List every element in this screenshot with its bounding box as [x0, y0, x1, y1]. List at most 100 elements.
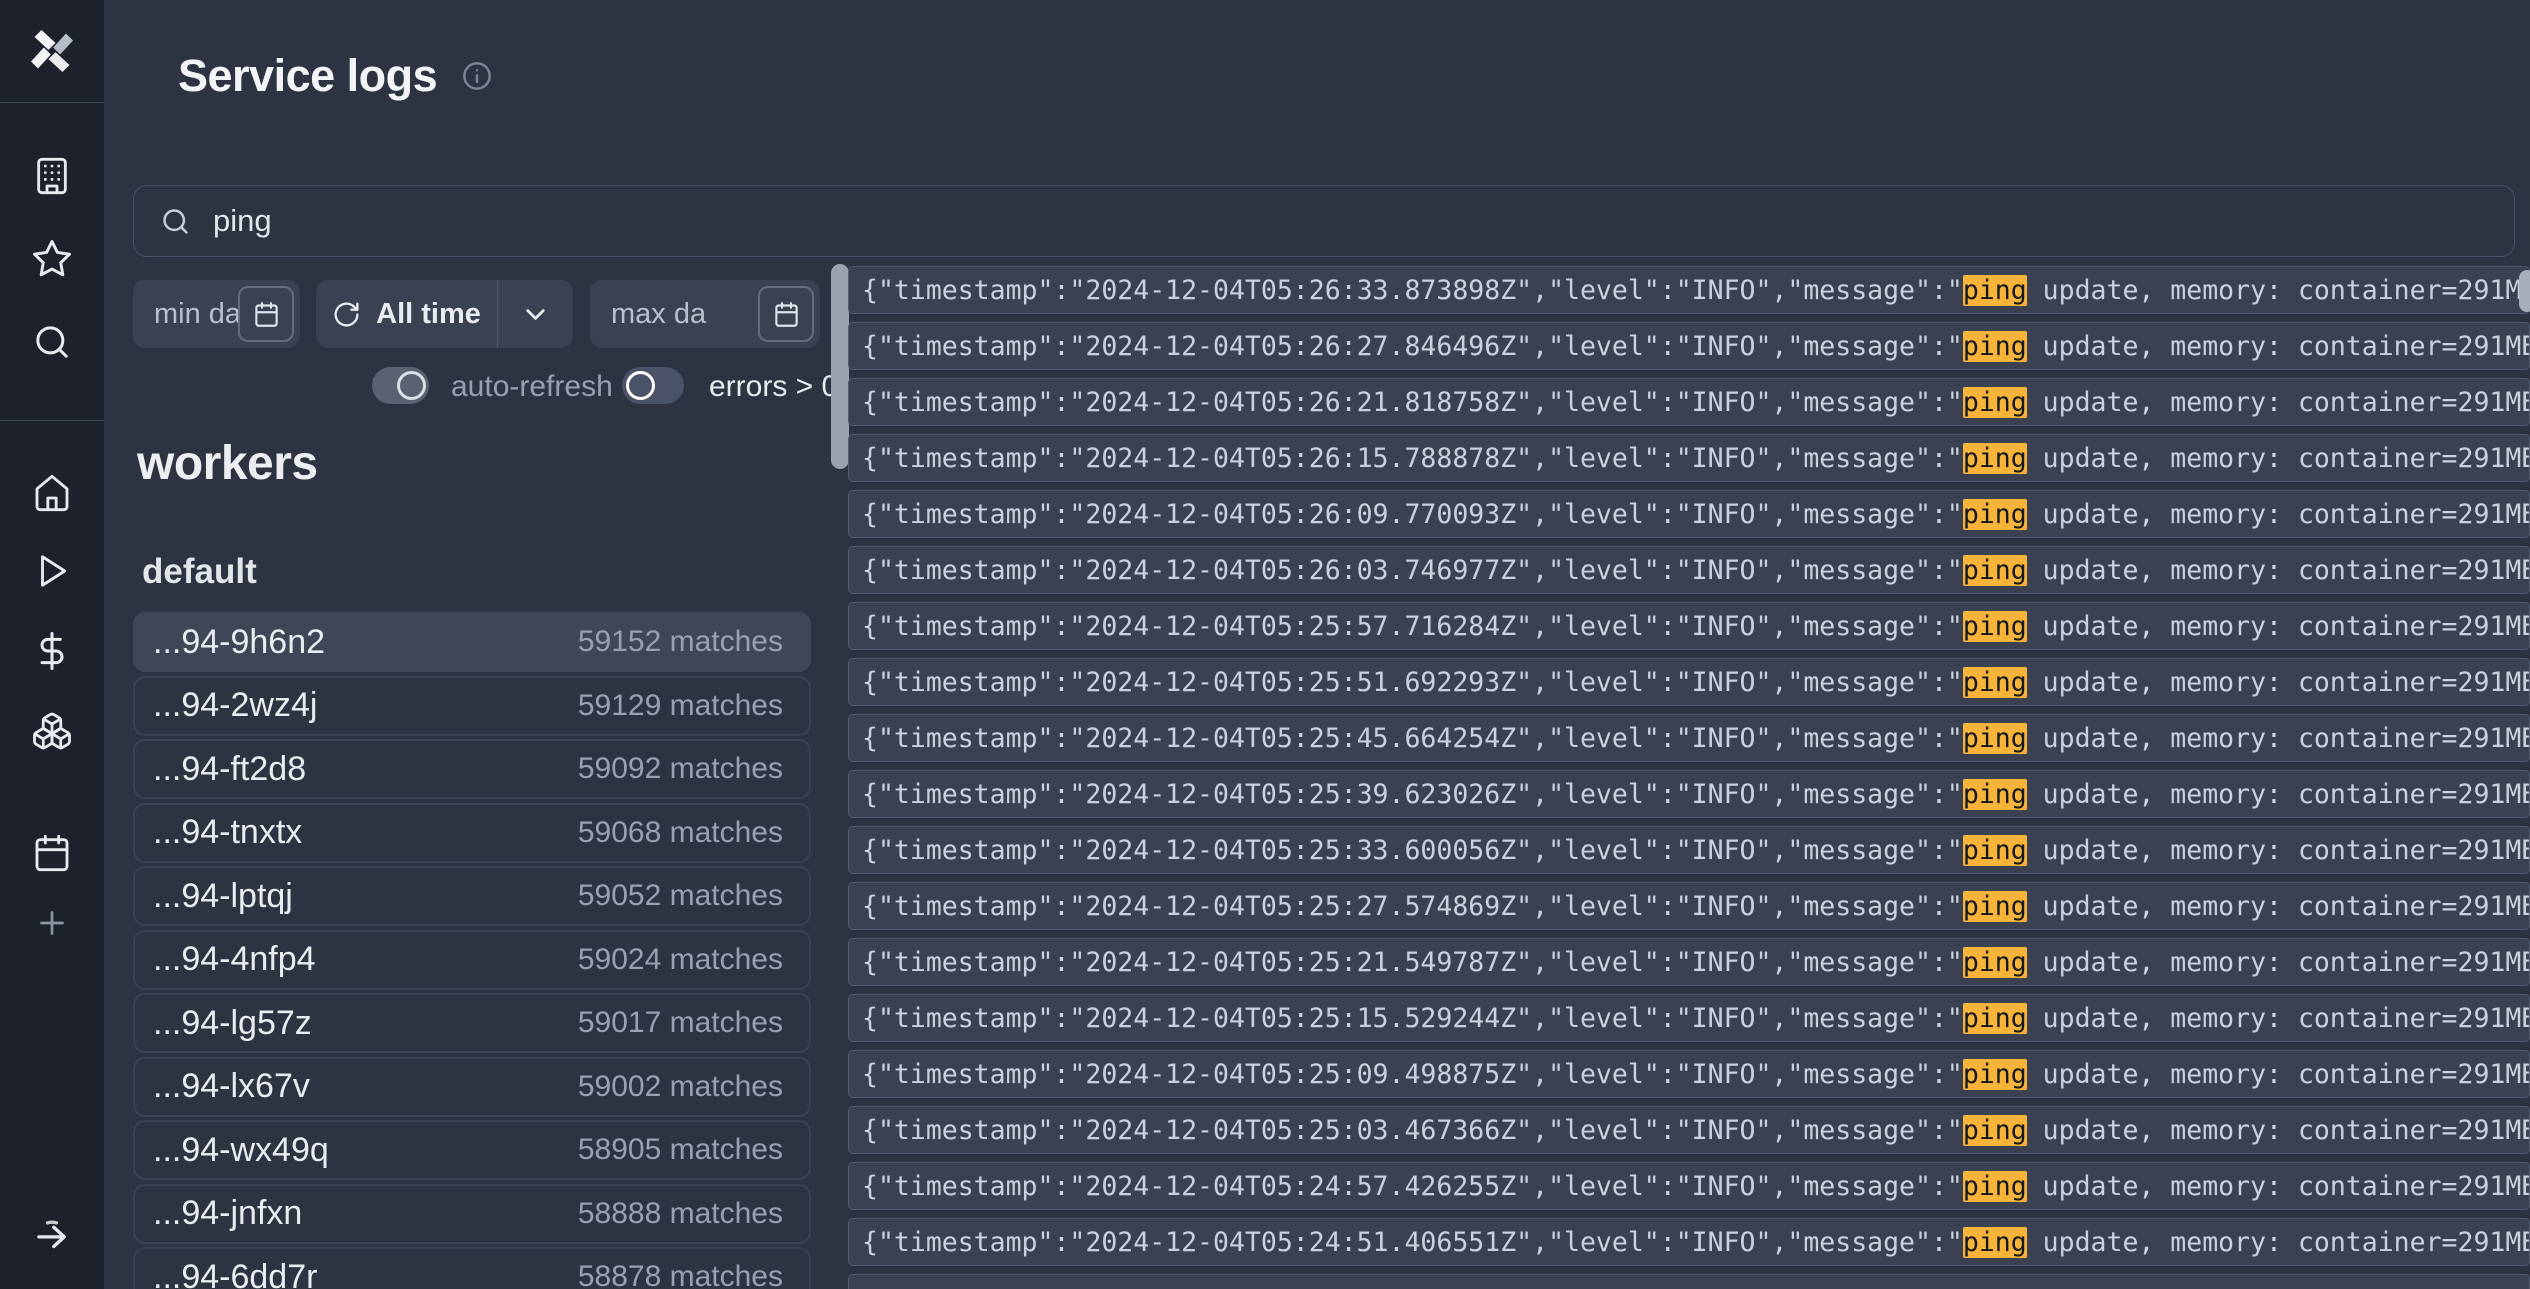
toggle-knob: [626, 371, 655, 400]
info-circle-icon[interactable]: [461, 60, 493, 92]
log-row[interactable]: {"timestamp":" 2024-12-04T05:26:09.77009…: [848, 490, 2530, 538]
worker-row[interactable]: ...94-tnxtx 59068 matches: [133, 803, 811, 863]
log-timestamp: 2024-12-04T05:26:21.818758Z: [1085, 387, 1516, 418]
workers-heading: workers: [137, 436, 318, 491]
chevron-down-icon: [520, 299, 551, 330]
home-icon[interactable]: [0, 463, 104, 523]
log-search-highlight: ping: [1963, 891, 2027, 922]
log-search-highlight: ping: [1963, 947, 2027, 978]
right-scrollbar-thumb[interactable]: [2519, 270, 2530, 312]
worker-row[interactable]: ...94-2wz4j 59129 matches: [133, 676, 811, 736]
worker-name: ...94-2wz4j: [153, 686, 317, 725]
log-row[interactable]: {"timestamp":" 2024-12-04T05:25:33.60005…: [848, 826, 2530, 874]
log-json-mid: ","level":"INFO","message":": [1516, 499, 1963, 530]
worker-row[interactable]: ...94-wx49q 58905 matches: [133, 1120, 811, 1180]
calendar-icon[interactable]: [0, 823, 104, 883]
worker-name: ...94-9h6n2: [153, 623, 325, 662]
log-row[interactable]: {"timestamp":" 2024-12-04T05:26:33.87389…: [848, 266, 2530, 314]
worker-match-count: 59068 matches: [578, 816, 783, 850]
log-search-highlight: ping: [1963, 667, 2027, 698]
log-timestamp: 2024-12-04T05:25:09.498875Z: [1085, 1059, 1516, 1090]
log-timestamp: 2024-12-04T05:25:39.623026Z: [1085, 779, 1516, 810]
boxes-icon[interactable]: [0, 701, 104, 761]
worker-row[interactable]: ...94-lg57z 59017 matches: [133, 993, 811, 1053]
worker-name: ...94-tnxtx: [153, 813, 302, 852]
log-message-suffix: update, memory: container=291MB: [2027, 331, 2530, 362]
log-row[interactable]: {"timestamp":" 2024-12-04T05:26:03.74697…: [848, 546, 2530, 594]
log-json-prefix: {"timestamp":": [862, 723, 1085, 754]
worker-row[interactable]: ...94-4nfp4 59024 matches: [133, 930, 811, 990]
log-row[interactable]: {"timestamp":" 2024-12-04T05:25:45.66425…: [848, 714, 2530, 762]
log-row[interactable]: {"timestamp":" 2024-12-04T05:24:51.40655…: [848, 1218, 2530, 1266]
worker-row[interactable]: ...94-6dd7r 58878 matches: [133, 1247, 811, 1289]
log-search-highlight: ping: [1963, 387, 2027, 418]
log-json-prefix: {"timestamp":": [862, 611, 1085, 642]
log-timestamp: 2024-12-04T05:25:15.529244Z: [1085, 1003, 1516, 1034]
refresh-icon: [332, 300, 361, 329]
log-message-suffix: update, memory: container=291MB: [2027, 1115, 2530, 1146]
calendar-icon: [773, 301, 800, 328]
log-json-mid: ","level":"INFO","message":": [1516, 835, 1963, 866]
log-json-mid: ","level":"INFO","message":": [1516, 667, 1963, 698]
log-row[interactable]: {"timestamp":" 2024-12-04T05:25:03.46736…: [848, 1106, 2530, 1154]
max-date-calendar-button[interactable]: [758, 286, 814, 342]
min-date-field[interactable]: min da: [133, 280, 300, 348]
expand-sidebar-arrow-icon[interactable]: [0, 1206, 104, 1266]
log-message-suffix: update, memory: container=291MB: [2027, 1003, 2530, 1034]
worker-row[interactable]: ...94-jnfxn 58888 matches: [133, 1184, 811, 1244]
search-input[interactable]: [213, 203, 2488, 239]
log-row[interactable]: {"timestamp":" 2024-12-04T05:24:57.42625…: [848, 1162, 2530, 1210]
log-row[interactable]: {"timestamp":" 2024-12-04T05:26:27.84649…: [848, 322, 2530, 370]
log-json-mid: ","level":"INFO","message":": [1516, 611, 1963, 642]
log-row[interactable]: {"timestamp":" 2024-12-04T05:25:27.57486…: [848, 882, 2530, 930]
worker-match-count: 59092 matches: [578, 752, 783, 786]
play-icon[interactable]: [0, 541, 104, 601]
dollar-icon[interactable]: [0, 621, 104, 681]
worker-name: ...94-lptqj: [153, 877, 293, 916]
time-range-main[interactable]: All time: [316, 280, 497, 348]
worker-match-count: 59129 matches: [578, 689, 783, 723]
log-row[interactable]: {"timestamp":" 2024-12-04T05:25:09.49887…: [848, 1050, 2530, 1098]
plus-icon[interactable]: [0, 893, 104, 953]
log-json-mid: ","level":"INFO","message":": [1516, 275, 1963, 306]
search-icon[interactable]: [0, 312, 104, 372]
log-message-suffix: update, memory: container=291MB: [2027, 779, 2530, 810]
building-icon[interactable]: [0, 146, 104, 206]
time-range-label: All time: [376, 298, 481, 331]
windmill-logo[interactable]: [0, 0, 104, 103]
worker-row[interactable]: ...94-lx67v 59002 matches: [133, 1057, 811, 1117]
log-timestamp: 2024-12-04T05:25:27.574869Z: [1085, 891, 1516, 922]
log-row[interactable]: {"timestamp":" 2024-12-04T05:25:39.62302…: [848, 770, 2530, 818]
log-message-suffix: update, memory: container=291MB: [2027, 891, 2530, 922]
toggle-knob: [397, 371, 426, 400]
log-search-highlight: ping: [1963, 1115, 2027, 1146]
calendar-icon: [253, 301, 280, 328]
log-json-mid: ","level":"INFO","message":": [1516, 779, 1963, 810]
log-json-mid: ","level":"INFO","message":": [1516, 1227, 1963, 1258]
log-message-suffix: update, memory: container=291MB: [2027, 499, 2530, 530]
errors-toggle[interactable]: [622, 367, 684, 404]
log-json-prefix: {"timestamp":": [862, 667, 1085, 698]
star-icon[interactable]: [0, 229, 104, 289]
log-message-suffix: update, memory: container=291MB: [2027, 667, 2530, 698]
log-message-suffix: update, memory: container=291MB: [2027, 1059, 2530, 1090]
log-search-highlight: ping: [1963, 723, 2027, 754]
log-row[interactable]: {"timestamp":" 2024-12-04T05:25:57.71628…: [848, 602, 2530, 650]
worker-row[interactable]: ...94-9h6n2 59152 matches: [133, 612, 811, 672]
auto-refresh-toggle[interactable]: [372, 367, 429, 404]
log-row[interactable]: {"timestamp":" 2024-12-04T05:26:15.78887…: [848, 434, 2530, 482]
log-row[interactable]: {"timestamp":" 2024-12-04T05:25:51.69229…: [848, 658, 2530, 706]
worker-name: ...94-lg57z: [153, 1004, 312, 1043]
log-row[interactable]: {"timestamp":" 2024-12-04T05:25:21.54978…: [848, 938, 2530, 986]
log-timestamp: 2024-12-04T05:24:51.406551Z: [1085, 1227, 1516, 1258]
max-date-field[interactable]: max da: [590, 280, 820, 348]
worker-row[interactable]: ...94-ft2d8 59092 matches: [133, 739, 811, 799]
log-row[interactable]: {"timestamp":" 2024-12-04T05:26:21.81875…: [848, 378, 2530, 426]
time-range-dropdown-button[interactable]: [498, 280, 573, 348]
log-json-prefix: {"timestamp":": [862, 1115, 1085, 1146]
log-row[interactable]: {"timestamp":" 2024-12-04T05:25:15.52924…: [848, 994, 2530, 1042]
worker-row[interactable]: ...94-lptqj 59052 matches: [133, 866, 811, 926]
log-scrollbar-thumb[interactable]: [831, 264, 849, 469]
log-json-mid: ","level":"INFO","message":": [1516, 947, 1963, 978]
min-date-calendar-button[interactable]: [238, 286, 294, 342]
